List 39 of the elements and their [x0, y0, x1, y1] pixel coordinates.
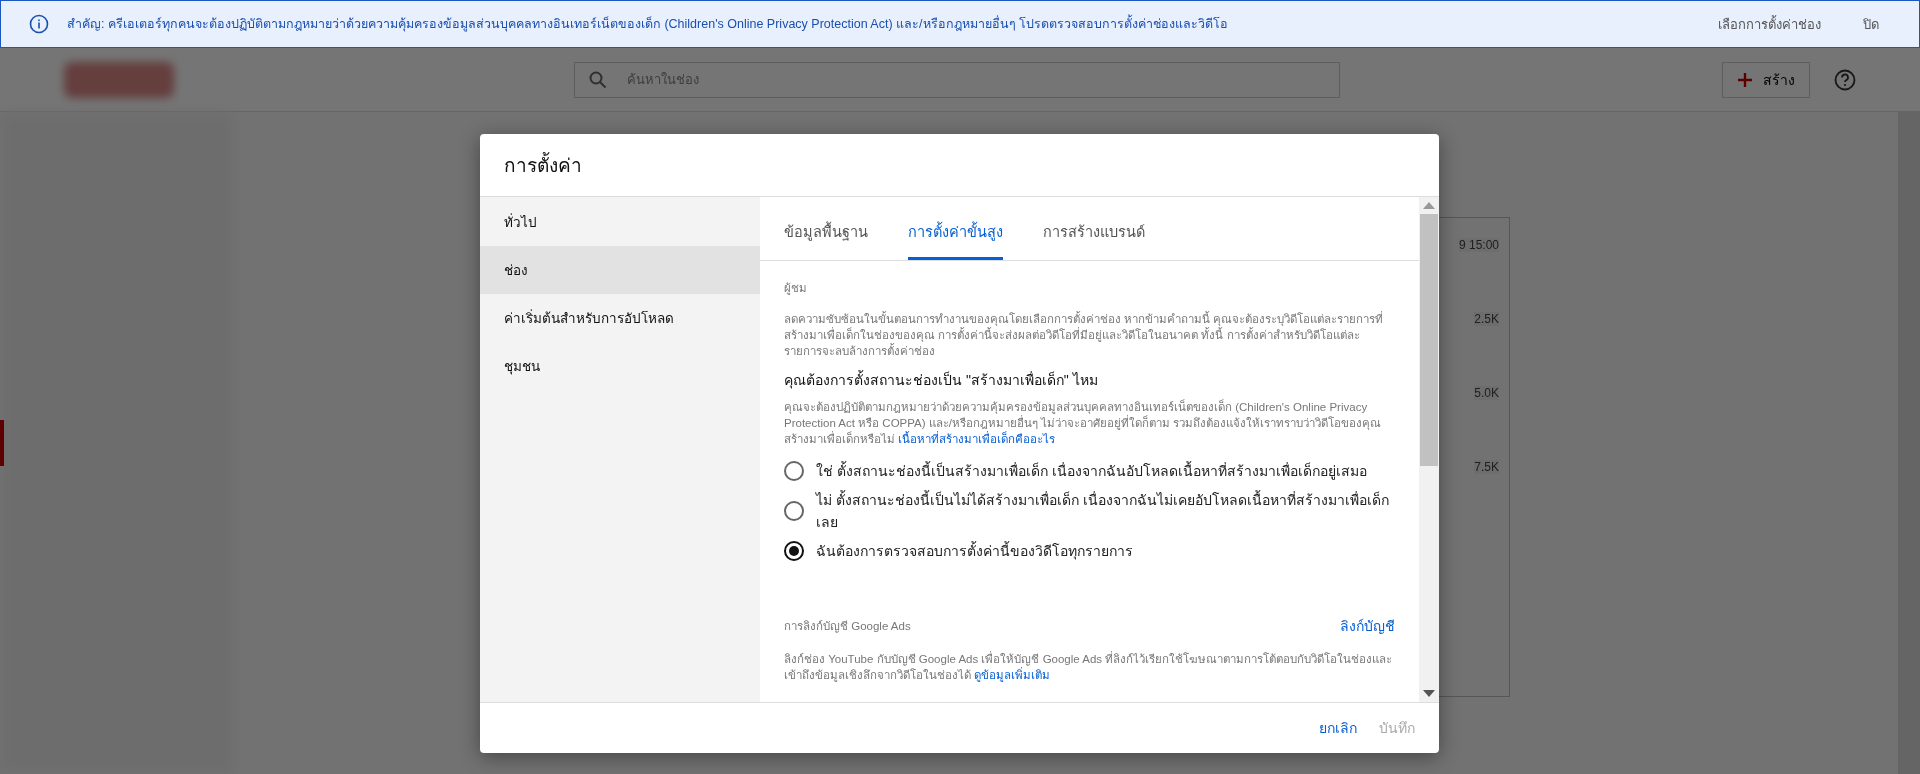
description-text: ลิงก์ช่อง YouTube กับบัญชี Google Ads เพื่อให้บัญชี Google Ads ที่ลิงก์ไว้เรียกใช้โฆษณาตามการโต้ตอบกับวิดีโอในช่องและเข้าถึงข้อมูลเชิงลึกจากวิดีโอในช่องได้ ดูข้อมูลเพิ่มเติม [784, 651, 1394, 683]
legal-text: คุณจะต้องปฏิบัติตามกฎหมายว่าด้วยความคุ้มครองข้อมูลส่วนบุคคลทางอินเทอร์เน็ตของเด็ก (Children's Online Privacy Protection Act หรือ COPPA) และ/หรือกฎหมายอื่นๆ ไม่ว่าจะอาศัยอยู่ที่ใดก็ตาม รวมถึงต้องแจ้งให้เราทราบว่าวิดีโอของคุณสร้างมาเพื่อเด็กหรือไม่ เนื้อหาที่สร้างมาเพื่อเด็กคืออะไร [784, 399, 1383, 447]
help-icon[interactable] [1834, 68, 1856, 91]
radio-icon[interactable] [784, 501, 804, 521]
tab[interactable]: ข้อมูลพื้นฐาน [784, 220, 868, 260]
nav-item[interactable]: ช่อง [480, 246, 760, 294]
banner-action[interactable]: ปิด [1851, 13, 1891, 35]
tab[interactable]: การตั้งค่าขั้นสูง [908, 220, 1003, 260]
radio-option[interactable]: ใช่ ตั้งสถานะช่องนี้เป็นสร้างมาเพื่อเด็ก เนื่องจากฉันอัปโหลดเนื้อหาที่สร้างมาเพื่อเด็กอยู่เสมอ [784, 457, 1395, 485]
search-icon [589, 70, 607, 89]
section-label: การลิงก์บัญชี Google Ads [784, 619, 911, 635]
radio-icon[interactable] [784, 461, 804, 481]
radio-option[interactable]: ฉันต้องการตรวจสอบการตั้งค่านี้ของวิดีโอทุกรายการ [784, 537, 1395, 565]
plus-icon [1737, 71, 1753, 88]
info-icon [29, 14, 49, 34]
tab[interactable]: การสร้างแบรนด์ [1043, 220, 1145, 260]
learn-more-link[interactable]: ดูข้อมูลเพิ่มเติม [974, 669, 1051, 681]
help-link[interactable]: เนื้อหาที่สร้างมาเพื่อเด็กคืออะไร [898, 433, 1056, 445]
question-heading: คุณต้องการตั้งสถานะช่องเป็น "สร้างมาเพื่อเด็ก" ไหม [784, 369, 1099, 391]
chart-label: 5.0K [1474, 386, 1499, 400]
section-label: ผู้ชม [784, 281, 808, 297]
option-label: ฉันต้องการตรวจสอบการตั้งค่านี้ของวิดีโอทุกรายการ [816, 540, 1133, 562]
radio-icon[interactable] [784, 541, 804, 561]
notice-text: สำคัญ: ครีเอเตอร์ทุกคนจะต้องปฏิบัติตามกฎหมายว่าด้วยความคุ้มครองข้อมูลส่วนบุคคลทางอินเทอร์เน็ตของเด็ก (Children's Online Privacy Protection Act) และ/หรือกฎหมายอื่นๆ โปรดตรวจสอบการตั้งค่าช่องและวิดีโอ [67, 14, 1688, 34]
cancel-button[interactable]: ยกเลิก [1311, 711, 1365, 745]
chart-label: 2.5K [1474, 312, 1499, 326]
chart-label: 7.5K [1474, 460, 1499, 474]
chart-label: 9 15:00 [1458, 238, 1499, 252]
banner-action[interactable]: เลือกการตั้งค่าช่อง [1706, 13, 1833, 35]
create-button[interactable]: สร้าง [1722, 61, 1810, 98]
dialog-scrollbar[interactable] [1419, 197, 1439, 702]
nav-item[interactable]: ทั่วไป [480, 198, 760, 246]
option-label: ใช่ ตั้งสถานะช่องนี้เป็นสร้างมาเพื่อเด็ก เนื่องจากฉันอัปโหลดเนื้อหาที่สร้างมาเพื่อเด็กอยู่เสมอ [816, 460, 1367, 482]
scroll-down-icon[interactable] [1423, 690, 1435, 697]
nav-item[interactable]: ค่าเริ่มต้นสำหรับการอัปโหลด [480, 294, 760, 342]
active-marker [0, 420, 4, 466]
link-account-link[interactable]: ลิงก์บัญชี [1340, 615, 1395, 637]
nav-item[interactable]: ชุมชน [480, 342, 760, 390]
description-text: ลดความซับซ้อนในขั้นตอนการทำงานของคุณโดยเลือกการตั้งค่าช่อง หากข้ามคำถามนี้ คุณจะต้องระบุวิดีโอแต่ละรายการที่สร้างมาเพื่อเด็กในช่องของคุณ การตั้งค่านี้จะส่งผลต่อวิดีโอที่มีอยู่และวิดีโอในอนาคต ทั้งนี้ การตั้งค่าสำหรับวิดีโอแต่ละรายการจะลบล้างการตั้งค่าช่อง [784, 311, 1385, 359]
